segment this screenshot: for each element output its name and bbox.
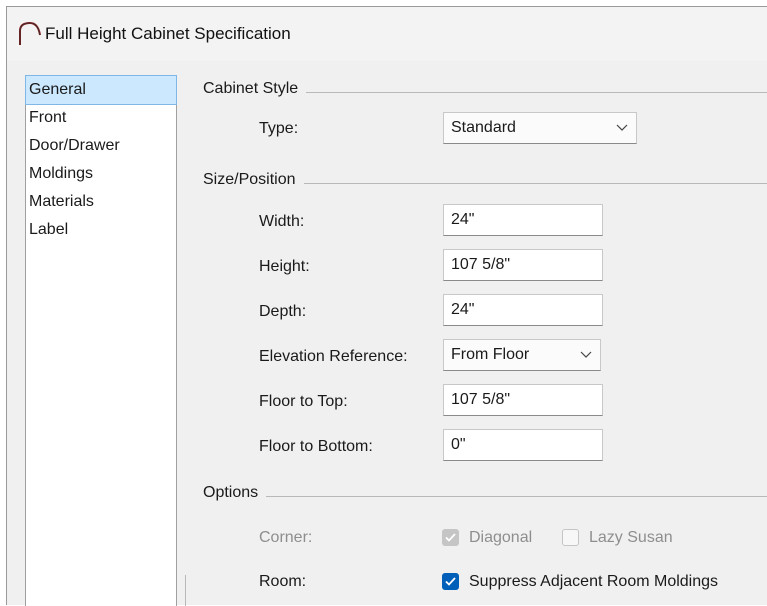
size-position-heading: Size/Position [203, 171, 304, 189]
type-label: Type: [259, 120, 299, 137]
nav-item-moldings[interactable]: Moldings [26, 160, 176, 188]
cabinet-style-heading: Cabinet Style [203, 80, 307, 98]
type-select[interactable]: Standard [443, 112, 637, 144]
options-heading: Options [203, 484, 267, 502]
height-label: Height: [259, 258, 310, 275]
title-bar: Full Height Cabinet Specification [7, 7, 767, 61]
floor-to-top-label: Floor to Top: [259, 393, 348, 410]
chevron-down-icon [616, 124, 628, 131]
nav-item-front[interactable]: Front [26, 104, 176, 132]
check-icon [445, 577, 456, 586]
diagonal-label: Diagonal [469, 529, 533, 546]
width-label: Width: [259, 213, 305, 230]
elevation-reference-label: Elevation Reference: [259, 348, 408, 365]
splitter-handle[interactable] [185, 575, 186, 606]
depth-field[interactable]: 24" [443, 294, 603, 326]
window-title: Full Height Cabinet Specification [45, 24, 291, 43]
category-list[interactable]: General Front Door/Drawer Moldings Mater… [25, 75, 177, 606]
diagonal-checkbox[interactable] [442, 529, 459, 546]
type-select-value: Standard [451, 119, 516, 136]
elevation-reference-value: From Floor [451, 346, 530, 363]
height-field[interactable]: 107 5/8" [443, 249, 603, 281]
suppress-moldings-checkbox[interactable] [442, 573, 459, 590]
width-field[interactable]: 24" [443, 204, 603, 236]
depth-label: Depth: [259, 303, 307, 320]
suppress-moldings-label: Suppress Adjacent Room Moldings [469, 573, 719, 590]
dialog-window: Full Height Cabinet Specification Genera… [6, 6, 767, 606]
lazy-susan-label: Lazy Susan [589, 529, 673, 546]
floor-to-top-field[interactable]: 107 5/8" [443, 384, 603, 416]
floor-to-bottom-field[interactable]: 0" [443, 429, 603, 461]
room-label: Room: [259, 573, 307, 590]
options-divider [207, 496, 767, 497]
corner-label: Corner: [259, 529, 313, 546]
elevation-reference-select[interactable]: From Floor [443, 339, 601, 371]
floor-to-bottom-label: Floor to Bottom: [259, 438, 373, 455]
lazy-susan-checkbox[interactable] [562, 529, 579, 546]
app-arch-icon [19, 21, 41, 45]
nav-item-door-drawer[interactable]: Door/Drawer [26, 132, 176, 160]
nav-item-materials[interactable]: Materials [26, 188, 176, 216]
nav-item-label[interactable]: Label [26, 216, 176, 244]
check-icon [445, 533, 456, 542]
chevron-down-icon [580, 351, 592, 358]
nav-item-general[interactable]: General [25, 75, 177, 105]
